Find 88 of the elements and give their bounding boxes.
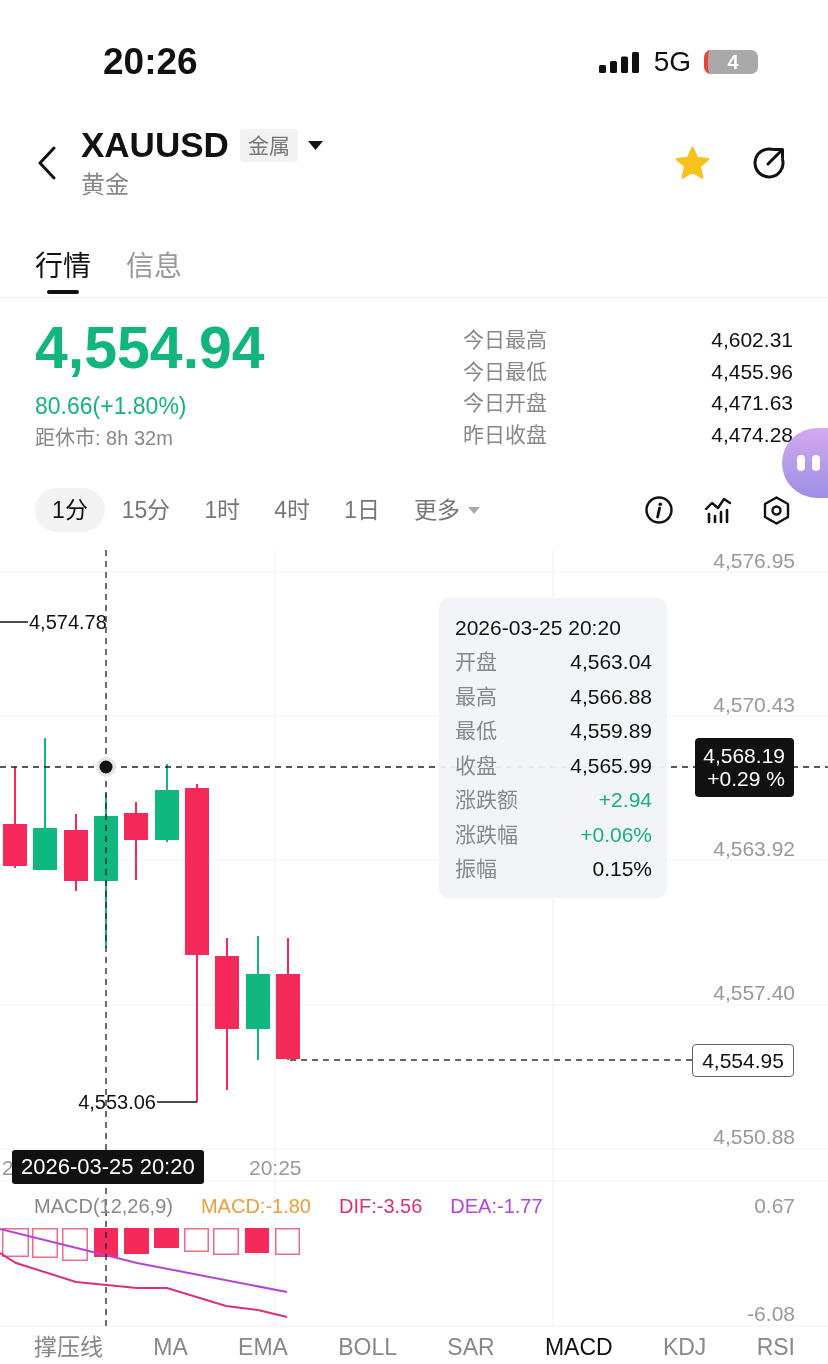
tooltip-label: 涨跌幅 (455, 821, 518, 848)
high-leader-line (0, 621, 29, 623)
back-icon[interactable] (37, 145, 57, 180)
chart-indicator-icon[interactable] (704, 496, 732, 524)
crosshair-time-tag: 2026-03-25 20:20 (12, 1150, 204, 1184)
macd-bar (94, 1228, 118, 1257)
x-axis-label: 2 (2, 1156, 14, 1180)
stat-value: 4,471.63 (711, 390, 793, 417)
y-axis-label: 4,576.95 (713, 549, 795, 573)
x-axis-label: 20:25 (249, 1156, 302, 1180)
low-leader-line (156, 1101, 198, 1103)
tooltip-value: 4,559.89 (570, 718, 652, 744)
star-icon[interactable] (674, 145, 711, 180)
signal-icon (598, 51, 639, 73)
y-axis-label: 0.67 (754, 1194, 795, 1218)
y-axis-label: 4,557.40 (713, 981, 795, 1005)
indicator-tab[interactable]: RSI (756, 1330, 795, 1364)
category-tag: 金属 (239, 128, 298, 162)
macd-bar (2, 1228, 29, 1257)
y-axis-label: -6.08 (747, 1302, 795, 1326)
tooltip-label: 最低 (455, 718, 497, 744)
timeframe-tab[interactable]: 1时 (187, 488, 258, 532)
tooltip-label: 涨跌额 (455, 787, 518, 813)
tooltip-value: +2.94 (598, 787, 652, 813)
macd-bar (213, 1228, 239, 1255)
indicator-value: DIF:-3.56 (338, 1194, 423, 1218)
low-price-label: 4,553.06 (78, 1090, 156, 1114)
stat-label: 今日最低 (463, 358, 547, 385)
tooltip-value: 4,566.88 (570, 683, 652, 710)
tooltip-value: 4,565.99 (570, 752, 652, 779)
dropdown-caret-icon[interactable] (307, 140, 323, 150)
indicator-tab[interactable]: EMA (238, 1330, 288, 1364)
indicator-value: DEA:-1.77 (450, 1194, 543, 1218)
symbol-title: XAUUSD (81, 125, 229, 165)
crosshair-dot-icon (96, 757, 116, 777)
tooltip-label: 最高 (455, 683, 497, 710)
last-price-tag: 4,554.95 (692, 1044, 794, 1077)
last-price: 4,554.94 (35, 316, 265, 380)
stat-value: 4,455.96 (711, 358, 793, 385)
info-icon[interactable] (645, 496, 673, 524)
timeframe-tab[interactable]: 15分 (104, 488, 188, 532)
y-axis-label: 4,570.43 (713, 693, 795, 717)
tooltip-label: 振幅 (455, 856, 497, 882)
stat-label: 昨日收盘 (463, 422, 547, 449)
macd-bar (184, 1228, 209, 1252)
indicator-tab[interactable]: BOLL (338, 1330, 397, 1364)
market-close-countdown: 距休市: 8h 32m (35, 426, 174, 451)
instrument-name: 黄金 (81, 170, 130, 200)
macd-bar (32, 1228, 58, 1258)
stat-value: 4,474.28 (711, 422, 793, 449)
price-change: 80.66(+1.80%) (35, 392, 188, 421)
indicator-tab[interactable]: SAR (447, 1330, 495, 1364)
tab[interactable]: 信息 (126, 215, 182, 297)
indicator-tab[interactable]: KDJ (662, 1330, 707, 1364)
tooltip-label: 收盘 (455, 752, 497, 779)
more-timeframes-dropdown[interactable]: 更多 (396, 488, 497, 532)
macd-bar (62, 1228, 88, 1261)
crosshair-price: 4,568.19 (702, 744, 785, 767)
battery-indicator: 4 (704, 50, 758, 74)
macd-bar (154, 1228, 179, 1248)
timeframe-tab[interactable]: 4时 (257, 488, 327, 532)
network-type: 5G (653, 46, 691, 78)
status-time: 20:26 (103, 40, 198, 84)
tooltip-label: 开盘 (455, 649, 497, 675)
high-price-label: 4,574.78 (29, 610, 107, 634)
stat-label: 今日开盘 (463, 390, 547, 417)
crosshair-change: +0.29 % (706, 767, 785, 790)
stat-label: 今日最高 (463, 327, 547, 353)
y-axis-label: 4,550.88 (713, 1125, 795, 1149)
tab[interactable]: 行情 (35, 215, 91, 297)
settings-icon[interactable] (763, 495, 790, 525)
share-icon[interactable] (752, 145, 786, 180)
indicator-tab[interactable]: 撑压线 (34, 1330, 103, 1364)
caret-icon (467, 506, 480, 514)
macd-bar (124, 1228, 149, 1254)
stat-value: 4,602.31 (711, 327, 793, 353)
indicator-title: MACD(12,26,9) (34, 1194, 173, 1218)
macd-bar (245, 1228, 269, 1253)
indicator-tab[interactable]: MA (153, 1330, 188, 1364)
indicator-value: MACD:-1.80 (200, 1194, 311, 1218)
tooltip-value: +0.06% (580, 821, 652, 848)
timeframe-tab[interactable]: 1分 (35, 488, 105, 532)
tooltip-value: 0.15% (592, 856, 652, 882)
tooltip-time: 2026-03-25 20:20 (455, 615, 622, 641)
tooltip-value: 4,563.04 (570, 649, 652, 675)
timeframe-tab[interactable]: 1日 (327, 488, 397, 532)
indicator-tab[interactable]: MACD (544, 1330, 613, 1364)
y-axis-label: 4,563.92 (713, 837, 795, 861)
